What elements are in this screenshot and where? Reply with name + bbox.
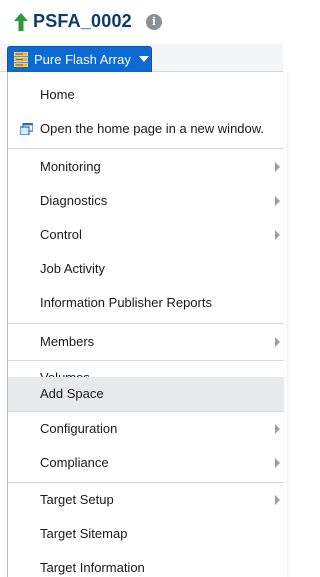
submenu-arrow-icon — [275, 337, 280, 347]
menu-item-label: Diagnostics — [40, 193, 108, 208]
menu-item-label: Configuration — [40, 421, 118, 436]
menu-item-label: Target Information — [40, 560, 145, 575]
submenu-arrow-icon — [275, 495, 280, 505]
menu-item-label: Monitoring — [40, 159, 101, 174]
menu-item-open-new-window[interactable]: Open the home page in a new window. — [8, 112, 284, 146]
menu-item-label: Job Activity — [40, 261, 106, 276]
status-up-icon — [14, 13, 28, 31]
menu-item-control[interactable]: Control — [8, 218, 284, 252]
menu-item-label: Compliance — [40, 455, 109, 470]
menu-item-label: Open the home page in a new window. — [40, 121, 265, 136]
menu-item-label: Members — [40, 334, 95, 349]
menu-item-members[interactable]: Members — [8, 325, 284, 359]
storage-array-icon — [14, 52, 28, 67]
target-menu-button[interactable]: Pure Flash Array — [7, 46, 152, 72]
menu-item-label: Target Setup — [40, 492, 114, 507]
menu-item-compliance[interactable]: Compliance — [8, 446, 284, 480]
menu-item-add-space[interactable]: Add Space — [8, 377, 284, 411]
menu-item-label: Information Publisher Reports — [40, 295, 212, 310]
target-menu-label: Pure Flash Array — [34, 52, 131, 67]
menu-item-label: Home — [40, 87, 75, 102]
target-dropdown-menu: Home Open the home page in a new window.… — [7, 72, 287, 577]
target-title[interactable]: PSFA_0002 — [33, 11, 132, 32]
submenu-arrow-icon — [275, 424, 280, 434]
target-menubar: Pure Flash Array — [0, 44, 283, 72]
menu-item-home[interactable]: Home — [8, 78, 284, 112]
menu-item-job-activity[interactable]: Job Activity — [8, 252, 284, 286]
submenu-arrow-icon — [275, 196, 280, 206]
menu-item-label: Control — [40, 227, 82, 242]
info-icon[interactable]: i — [146, 14, 162, 30]
menu-separator — [8, 148, 284, 149]
menu-item-diagnostics[interactable]: Diagnostics — [8, 184, 284, 218]
caret-down-icon — [139, 56, 149, 62]
menu-item-monitoring[interactable]: Monitoring — [8, 150, 284, 184]
new-window-icon — [20, 123, 33, 135]
menu-item-information-publisher-reports[interactable]: Information Publisher Reports — [8, 286, 284, 320]
submenu-arrow-icon — [275, 230, 280, 240]
menu-separator — [8, 323, 284, 324]
menu-item-label: Add Space — [40, 386, 104, 401]
target-header: PSFA_0002 i — [0, 0, 283, 44]
menu-item-target-information[interactable]: Target Information — [8, 551, 284, 577]
menu-item-label: Target Sitemap — [40, 526, 128, 541]
submenu-arrow-icon — [275, 162, 280, 172]
submenu-arrow-icon — [275, 458, 280, 468]
menu-item-target-sitemap[interactable]: Target Sitemap — [8, 517, 284, 551]
menu-item-target-setup[interactable]: Target Setup — [8, 483, 284, 517]
menu-item-configuration[interactable]: Configuration — [8, 412, 284, 446]
